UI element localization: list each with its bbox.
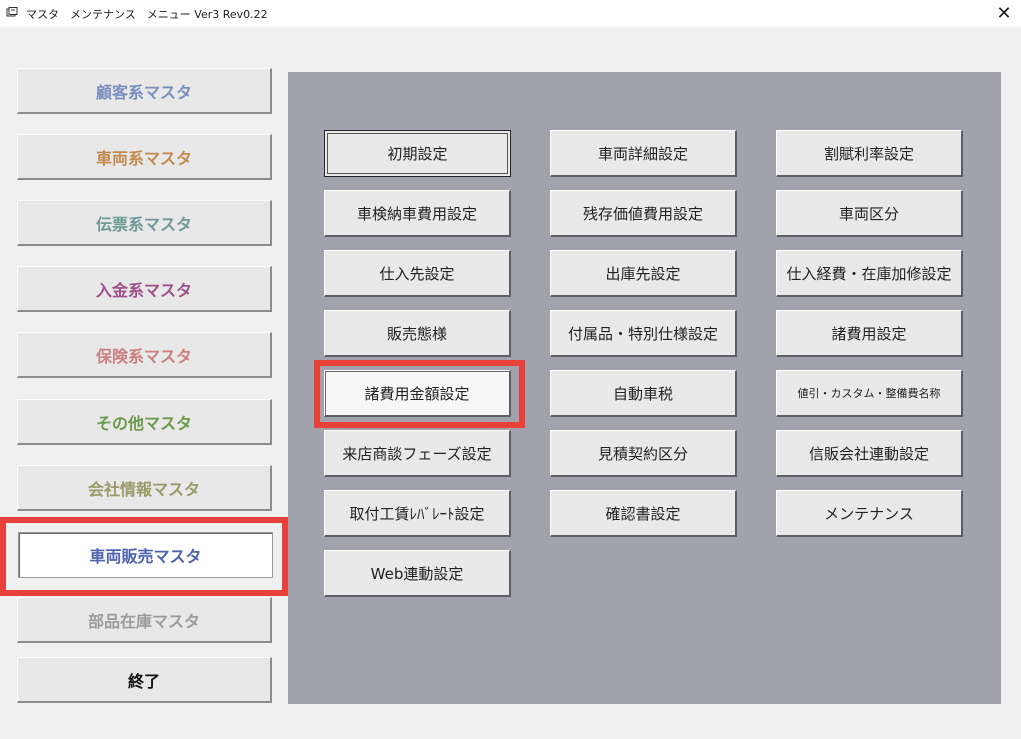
vehicle-sales-master-button[interactable]: 車両販売マスタ (18, 532, 273, 578)
grid-button-r6-c2[interactable]: 見積契約区分 (550, 430, 737, 477)
grid-button-r2-c1[interactable]: 車検納車費用設定 (324, 190, 511, 237)
insurance-master-button[interactable]: 保険系マスタ (17, 332, 272, 378)
other-master-button[interactable]: その他マスタ (17, 399, 272, 445)
grid-button-r8-c1[interactable]: Web連動設定 (324, 550, 511, 597)
slip-master-button[interactable]: 伝票系マスタ (17, 200, 272, 246)
grid-button-r1-c3[interactable]: 割賦利率設定 (776, 130, 963, 177)
grid-button-r4-c3[interactable]: 諸費用設定 (776, 310, 963, 357)
grid-button-r1-c2[interactable]: 車両詳細設定 (550, 130, 737, 177)
grid-button-r4-c2[interactable]: 付属品・特別仕様設定 (550, 310, 737, 357)
grid-button-r7-c1[interactable]: 取付工賃ﾚﾊﾞﾚｰﾄ設定 (324, 490, 511, 537)
grid-button-r2-c2[interactable]: 残存価値費用設定 (550, 190, 737, 237)
close-button[interactable]: ✕ (987, 0, 1021, 27)
payment-master-button[interactable]: 入金系マスタ (17, 266, 272, 312)
app-icon (6, 7, 18, 17)
app-window: マスタ メンテナンス メニュー Ver3 Rev0.22 ✕ 顧客系マスタ 車両系… (0, 0, 1021, 739)
grid-button-r5-c3[interactable]: 値引・カスタム・整備費名称 (776, 370, 963, 417)
title-bar: マスタ メンテナンス メニュー Ver3 Rev0.22 ✕ (0, 0, 1021, 27)
exit-button[interactable]: 終了 (17, 657, 272, 703)
grid-button-r3-c3[interactable]: 仕入経費・在庫加修設定 (776, 250, 963, 297)
grid-button-r7-c2[interactable]: 確認書設定 (550, 490, 737, 537)
parts-stock-master-button[interactable]: 部品在庫マスタ (17, 597, 272, 643)
vehicle-master-button[interactable]: 車両系マスタ (17, 134, 272, 180)
grid-button-r5-c1[interactable]: 諸費用金額設定 (324, 370, 511, 417)
grid-button-r6-c3[interactable]: 信販会社連動設定 (776, 430, 963, 477)
window-title: マスタ メンテナンス メニュー Ver3 Rev0.22 (26, 8, 268, 21)
grid-button-r7-c3[interactable]: メンテナンス (776, 490, 963, 537)
grid-button-r3-c2[interactable]: 出庫先設定 (550, 250, 737, 297)
grid-button-r1-c1[interactable]: 初期設定 (324, 130, 511, 177)
grid-button-r5-c2[interactable]: 自動車税 (550, 370, 737, 417)
grid-button-r4-c1[interactable]: 販売態様 (324, 310, 511, 357)
grid-button-r2-c3[interactable]: 車両区分 (776, 190, 963, 237)
grid-button-r6-c1[interactable]: 来店商談フェーズ設定 (324, 430, 511, 477)
company-info-master-button[interactable]: 会社情報マスタ (17, 465, 272, 511)
customer-master-button[interactable]: 顧客系マスタ (17, 68, 272, 114)
grid-button-r3-c1[interactable]: 仕入先設定 (324, 250, 511, 297)
